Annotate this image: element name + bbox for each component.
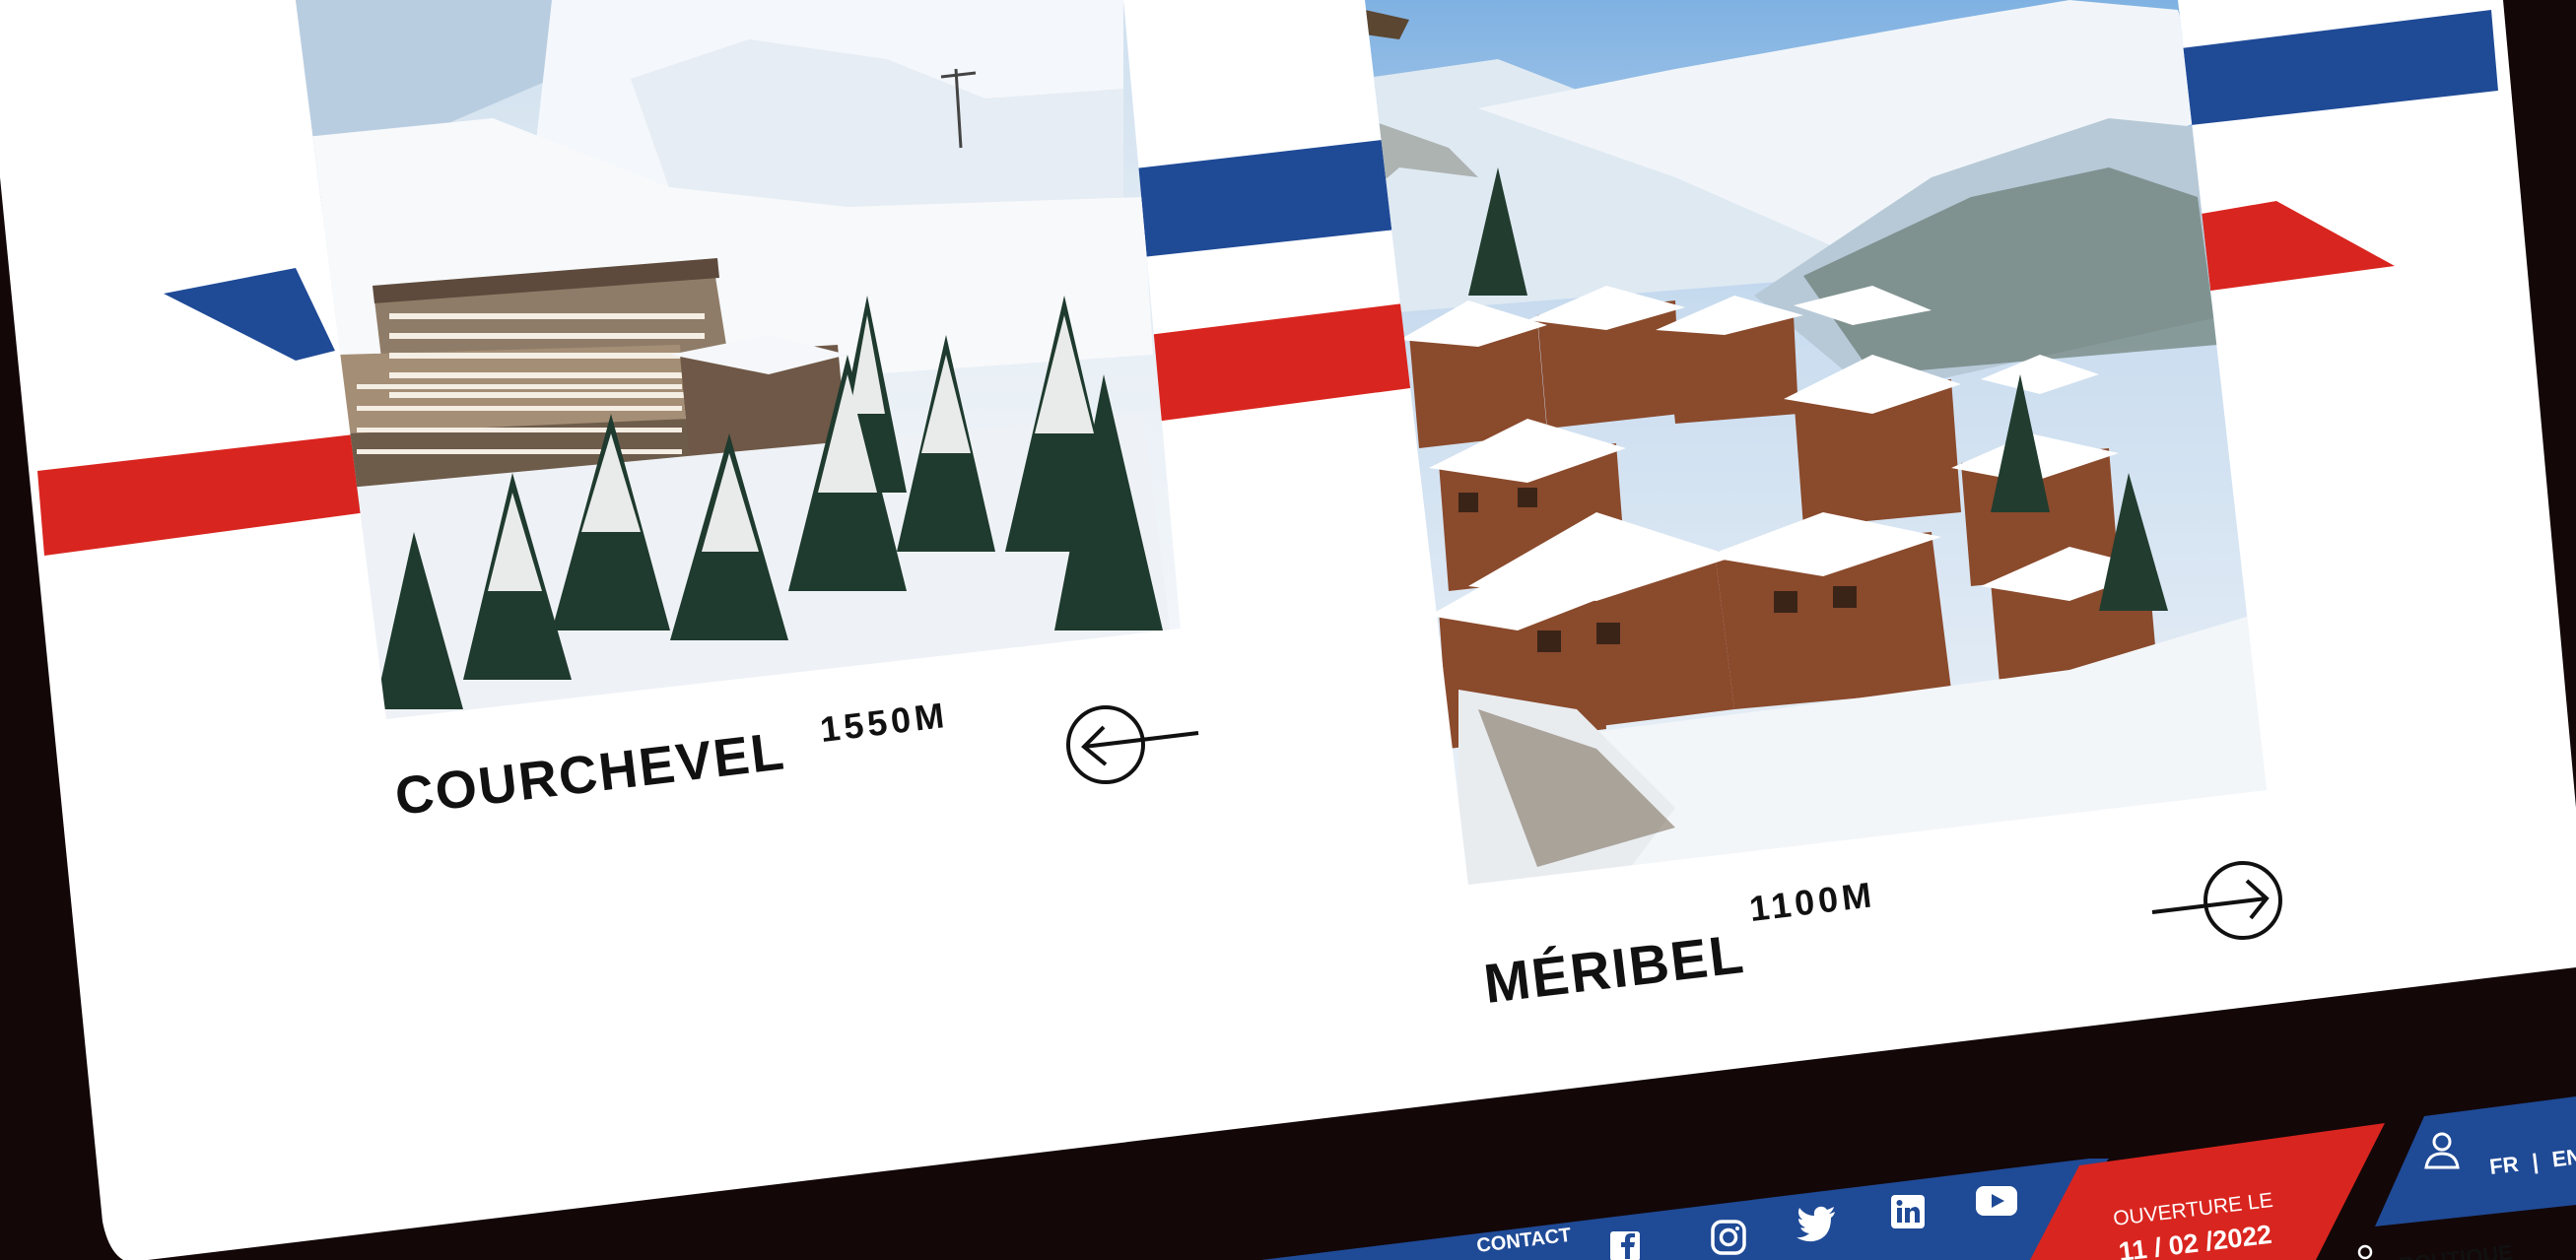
courchevel-image: [296, 0, 1181, 719]
twitter-icon[interactable]: [1796, 1204, 1839, 1243]
arrow-left-icon[interactable]: [1054, 690, 1212, 798]
footer-bar: [1261, 1096, 2576, 1260]
lang-en[interactable]: EN: [2550, 1144, 2576, 1171]
screen: COURCHEVEL 1550M MÉRIBEL 1100M CONTACT O…: [0, 0, 2576, 1260]
instagram-icon[interactable]: [1709, 1218, 1748, 1257]
youtube-icon[interactable]: [1973, 1182, 2020, 1220]
lang-fr[interactable]: FR: [2488, 1152, 2520, 1179]
linkedin-icon[interactable]: [1888, 1192, 1928, 1231]
shopping-bag-icon[interactable]: [2355, 1243, 2379, 1260]
resort-page: [0, 0, 2576, 1260]
facebook-icon[interactable]: [1608, 1229, 1644, 1260]
arrow-right-icon[interactable]: [2148, 849, 2306, 958]
meribel-image: [1365, 0, 2267, 885]
lang-separator: |: [2531, 1149, 2541, 1174]
user-account-icon[interactable]: [2420, 1128, 2464, 1171]
